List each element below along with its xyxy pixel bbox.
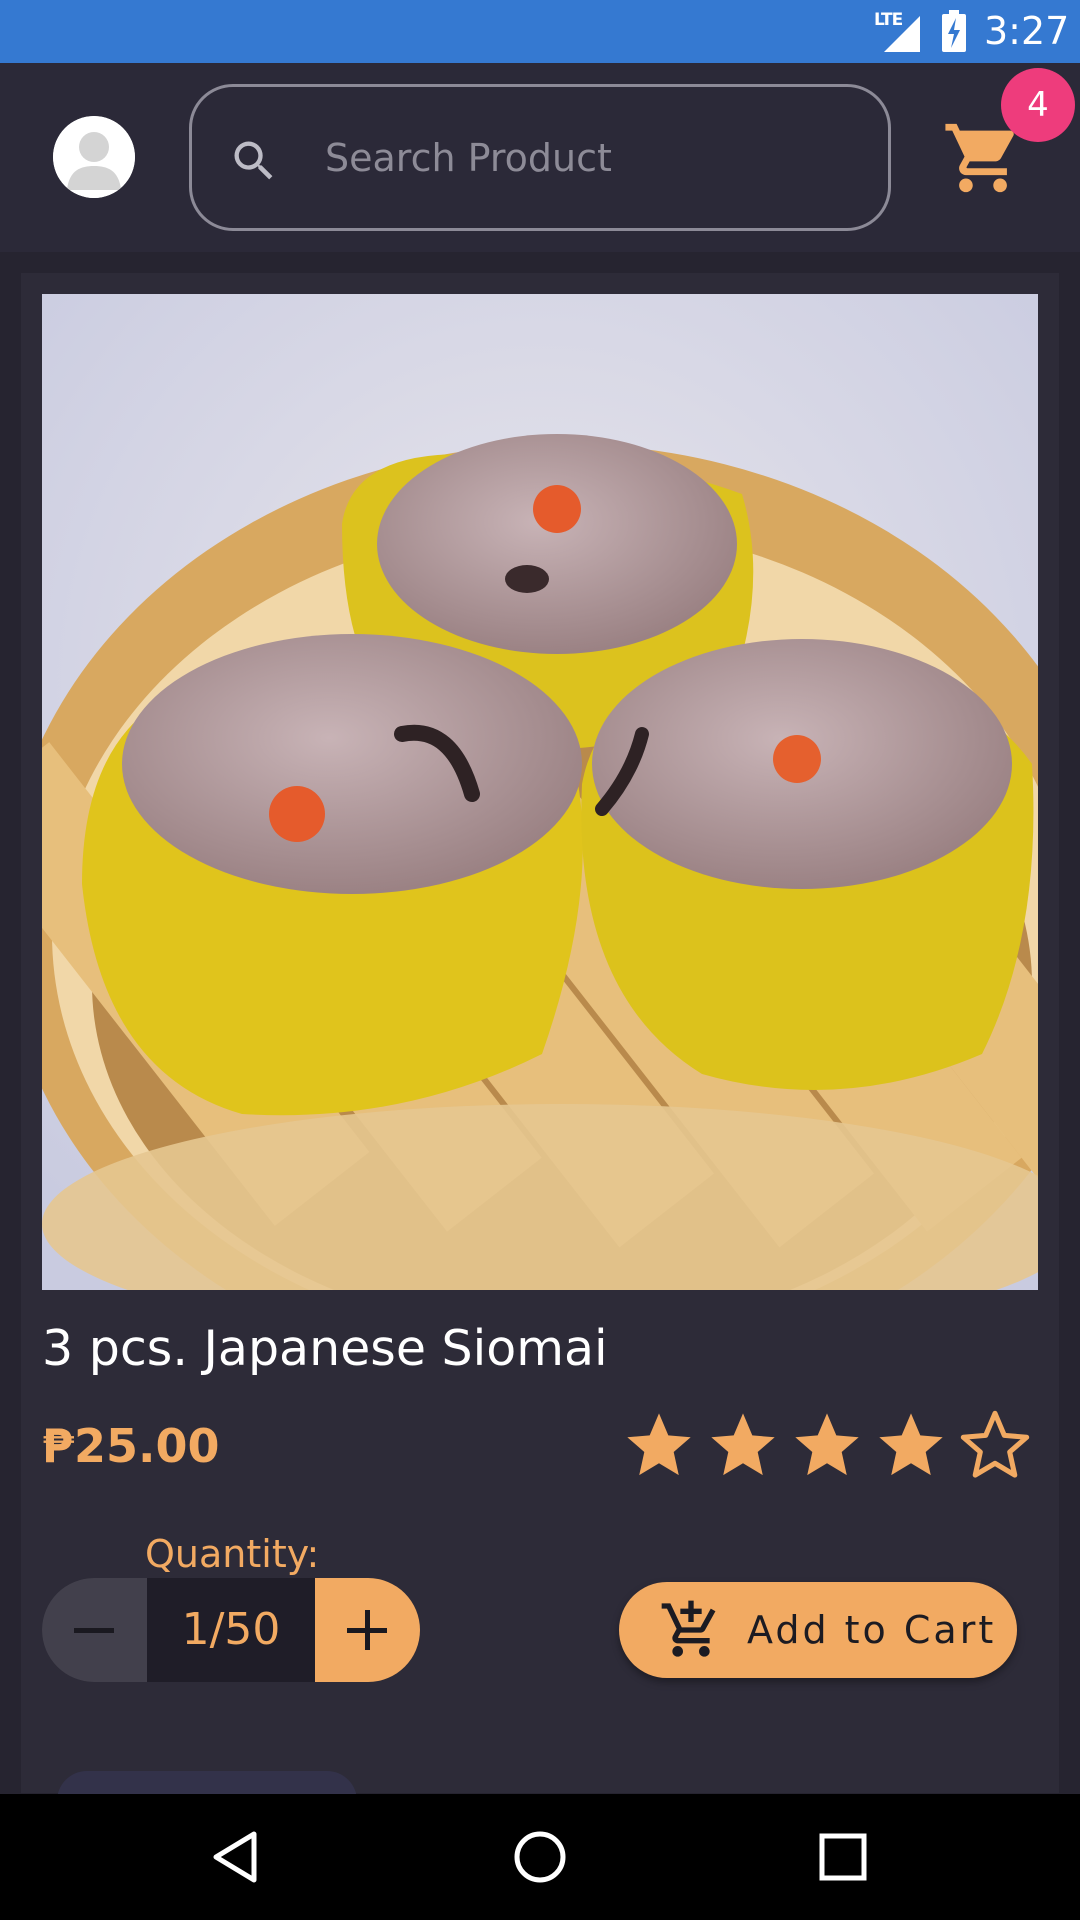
nav-recents-button[interactable] [810,1824,876,1890]
star-rating [621,1407,1041,1487]
star-filled-icon [879,1413,943,1476]
home-circle-icon [514,1831,566,1883]
star-filled-icon [627,1413,691,1476]
signal-icon [884,16,920,52]
user-avatar-icon[interactable] [53,116,135,198]
quantity-label: Quantity: [145,1532,320,1576]
plus-icon [347,1610,387,1650]
nav-back-button[interactable] [204,1824,270,1890]
quantity-value: 1/50 [147,1578,315,1682]
add-to-cart-button[interactable]: Add to Cart [619,1582,1017,1678]
back-triangle-icon [213,1831,257,1883]
product-image [42,294,1038,1290]
minus-icon [74,1628,114,1633]
search-input[interactable] [325,123,845,193]
nav-home-button[interactable] [507,1824,573,1890]
recents-square-icon [819,1833,867,1881]
star-filled-icon [795,1413,859,1476]
clock: 3:27 [984,9,1070,53]
product-card: 3 pcs. Japanese Siomai ₱25.00 Quantity: … [21,273,1059,1811]
star-filled-icon [711,1413,775,1476]
increase-quantity-button[interactable] [315,1578,420,1682]
status-bar: LTE 3:27 [0,0,1080,63]
decrease-quantity-button[interactable] [42,1578,147,1682]
star-empty-icon [960,1410,1030,1478]
add-to-cart-label: Add to Cart [747,1608,997,1652]
system-nav-bar [0,1794,1080,1920]
search-box[interactable] [189,84,891,231]
battery-charging-icon [942,10,966,52]
product-title: 3 pcs. Japanese Siomai [42,1320,608,1377]
quantity-stepper: 1/50 [42,1578,420,1682]
cart-count-badge: 4 [1001,68,1075,142]
product-price: ₱25.00 [42,1419,220,1473]
add-shopping-cart-icon [661,1600,716,1657]
app-header: 4 [0,63,1080,252]
search-icon [234,141,273,180]
